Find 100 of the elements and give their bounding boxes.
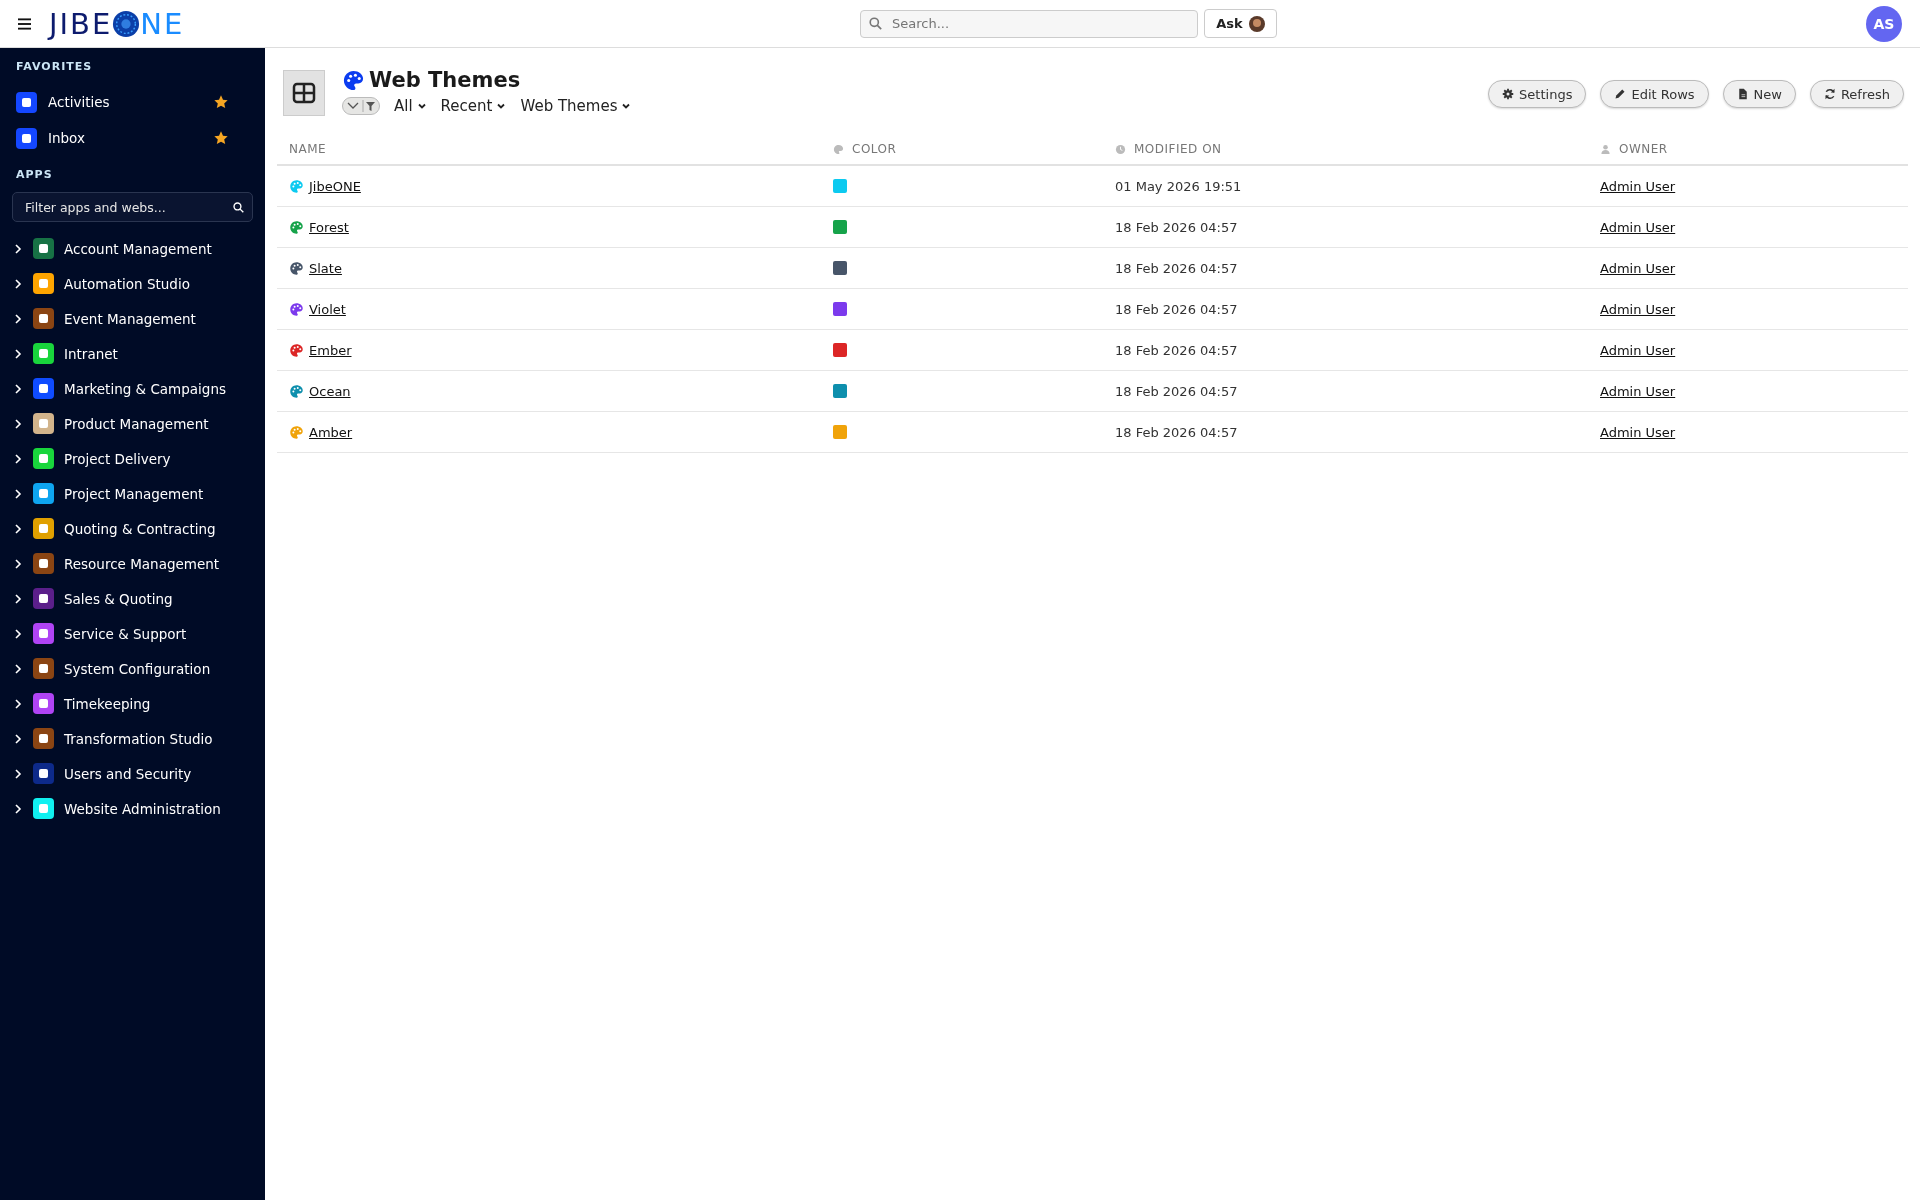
search-icon	[869, 17, 882, 30]
toolbar-button[interactable]: New	[1722, 80, 1796, 108]
filter-dropdown[interactable]: Web Themes	[520, 97, 632, 115]
toolbar-button[interactable]: Edit Rows	[1600, 80, 1709, 108]
filter-box[interactable]: Filter apps and webs...	[12, 192, 253, 222]
date-cell: 01 May 2026 19:51	[1115, 178, 1242, 194]
logo[interactable]: JIBE NE	[49, 6, 185, 41]
chevron-icon[interactable]	[13, 733, 23, 744]
person-icon	[1248, 15, 1265, 32]
app-item[interactable]: Event Management	[0, 301, 265, 336]
theme-link[interactable]: Slate	[309, 260, 342, 276]
settings-button[interactable]: Settings	[1488, 80, 1587, 108]
caret-icon	[621, 101, 632, 111]
owner-link[interactable]: Admin User	[1600, 219, 1676, 235]
user-avatar[interactable]: AS	[1866, 5, 1902, 42]
app-item[interactable]: System Configuration	[0, 651, 265, 686]
toolbar-button[interactable]: Refresh	[1809, 80, 1904, 108]
chevron-icon[interactable]	[13, 453, 23, 464]
palette-icon	[342, 68, 365, 92]
date-cell: 18 Feb 2026 04:57	[1115, 342, 1238, 358]
palette-icon	[289, 260, 304, 276]
favorite-item[interactable]: Activities	[0, 84, 265, 120]
palette-icon	[289, 342, 304, 358]
filter-menu-button[interactable]	[342, 97, 380, 115]
app-item[interactable]: Users and Security	[0, 756, 265, 791]
chevron-icon[interactable]	[13, 383, 23, 394]
chevron-icon[interactable]	[13, 418, 23, 429]
chevron-icon[interactable]	[13, 768, 23, 779]
clock-icon	[1115, 143, 1126, 155]
app-item[interactable]: Project Management	[0, 476, 265, 511]
app-item[interactable]: Product Management	[0, 406, 265, 441]
search-field[interactable]: Search...	[890, 15, 1189, 32]
favorite-item[interactable]: Inbox	[0, 120, 265, 156]
ask-button[interactable]: Ask	[1204, 9, 1277, 38]
app-item[interactable]: Marketing & Campaigns	[0, 371, 265, 406]
chevron-icon[interactable]	[13, 558, 23, 569]
star-icon[interactable]	[213, 130, 229, 146]
app-item[interactable]: Account Management	[0, 231, 265, 266]
app-item[interactable]: Intranet	[0, 336, 265, 371]
theme-link[interactable]: Violet	[309, 301, 346, 317]
owner-link[interactable]: Admin User	[1600, 260, 1676, 276]
app-item[interactable]: Quoting & Contracting	[0, 511, 265, 546]
column-label: OWNER	[1619, 142, 1668, 156]
theme-link[interactable]: Ocean	[309, 383, 351, 399]
app-item[interactable]: Timekeeping	[0, 686, 265, 721]
column-label: COLOR	[852, 142, 897, 156]
filter-dropdown[interactable]: All	[394, 97, 427, 115]
palette-icon	[289, 178, 304, 194]
pencil-icon	[1614, 88, 1627, 100]
date-cell: 18 Feb 2026 04:57	[1115, 219, 1238, 235]
page-title: Web Themes	[369, 68, 521, 92]
gear-icon	[1502, 88, 1515, 100]
theme-link[interactable]: Amber	[309, 424, 353, 440]
filter-field[interactable]: Filter apps and webs...	[23, 198, 233, 216]
date-cell: 18 Feb 2026 04:57	[1115, 301, 1238, 317]
owner-link[interactable]: Admin User	[1600, 342, 1676, 358]
file-icon	[1736, 88, 1749, 100]
theme-link[interactable]: JibeONE	[309, 178, 361, 194]
section-heading: APPS	[15, 168, 54, 183]
date-cell: 18 Feb 2026 04:57	[1115, 383, 1238, 399]
chevron-icon[interactable]	[13, 243, 23, 254]
app-item[interactable]: Automation Studio	[0, 266, 265, 301]
owner-link[interactable]: Admin User	[1600, 301, 1676, 317]
app-item[interactable]: Website Administration	[0, 791, 265, 826]
search-icon[interactable]	[233, 201, 244, 213]
owner-link[interactable]: Admin User	[1600, 383, 1676, 399]
app-item[interactable]: Sales & Quoting	[0, 581, 265, 616]
app-item[interactable]: Resource Management	[0, 546, 265, 581]
refresh-icon	[1823, 88, 1836, 100]
owner-link[interactable]: Admin User	[1600, 424, 1676, 440]
grid-icon	[283, 70, 325, 116]
theme-link[interactable]: Forest	[309, 219, 349, 235]
column-label: MODIFIED ON	[1134, 142, 1222, 156]
column-label: NAME	[289, 142, 327, 156]
date-cell: 18 Feb 2026 04:57	[1115, 260, 1238, 276]
chevron-icon[interactable]	[13, 488, 23, 499]
chevron-icon[interactable]	[13, 698, 23, 709]
search-box[interactable]: Search...	[860, 9, 1198, 38]
user-icon	[1600, 143, 1611, 155]
caret-icon	[416, 101, 427, 111]
chevron-icon[interactable]	[13, 523, 23, 534]
chevron-icon[interactable]	[13, 803, 23, 814]
chevron-icon[interactable]	[13, 278, 23, 289]
palette-icon	[289, 424, 304, 440]
palette-icon	[289, 219, 304, 235]
chevron-icon[interactable]	[13, 348, 23, 359]
chevron-icon[interactable]	[13, 663, 23, 674]
section-heading: FAVORITES	[15, 60, 94, 75]
owner-link[interactable]: Admin User	[1600, 178, 1676, 194]
chevron-icon[interactable]	[13, 313, 23, 324]
app-item[interactable]: Project Delivery	[0, 441, 265, 476]
theme-link[interactable]: Ember	[309, 342, 352, 358]
caret-icon	[496, 101, 507, 111]
filter-dropdown[interactable]: Recent	[440, 97, 507, 115]
menu-icon[interactable]	[18, 17, 31, 30]
star-icon[interactable]	[213, 94, 229, 110]
chevron-icon[interactable]	[13, 593, 23, 604]
chevron-icon[interactable]	[13, 628, 23, 639]
app-item[interactable]: Transformation Studio	[0, 721, 265, 756]
app-item[interactable]: Service & Support	[0, 616, 265, 651]
